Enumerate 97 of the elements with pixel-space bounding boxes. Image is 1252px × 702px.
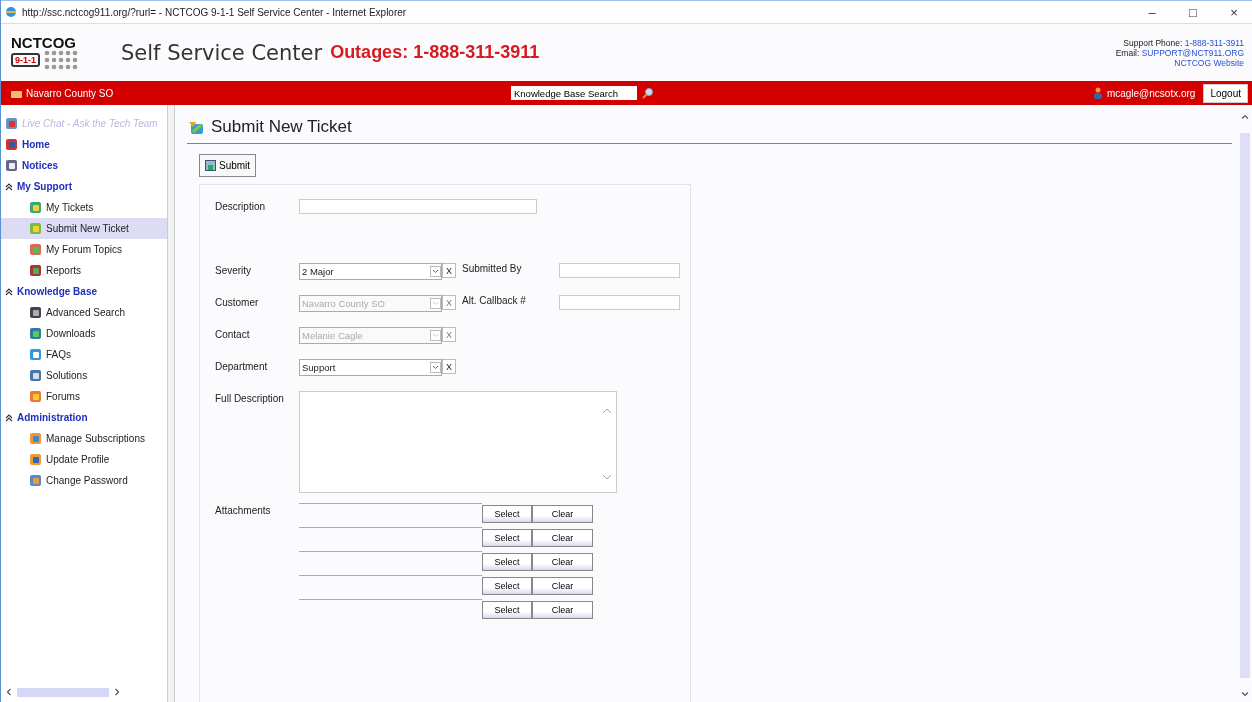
briefcase-icon [11, 88, 22, 98]
clear-button[interactable]: Clear [532, 529, 593, 547]
menu-item-icon [29, 474, 42, 487]
scroll-up-icon[interactable] [1241, 113, 1249, 121]
select-button[interactable]: Select [482, 505, 532, 523]
browser-icon [5, 6, 17, 18]
user-icon [1092, 87, 1103, 99]
sidebar-section[interactable]: Administration [17, 412, 88, 423]
selected-sidebar-item[interactable]: Submit New Ticket [1, 218, 167, 239]
sidebar-link[interactable]: FAQs [46, 349, 71, 360]
field-label: Submitted By [461, 263, 523, 276]
select-button[interactable]: Select [482, 553, 532, 571]
text-field[interactable] [559, 295, 680, 310]
window-control[interactable]: × [1216, 4, 1252, 20]
dropdown-field[interactable]: 2 Major [299, 263, 442, 280]
text-area[interactable] [299, 391, 617, 493]
menu-item-icon [5, 117, 18, 130]
scroll-right-icon[interactable] [113, 688, 121, 696]
clear-button[interactable]: Clear [532, 577, 593, 595]
scroll-up-icon[interactable] [602, 408, 612, 414]
sidebar-link[interactable]: Home [22, 139, 50, 150]
menu-item-icon [29, 243, 42, 256]
menu-item-icon [29, 369, 42, 382]
scrollbar-track[interactable] [1240, 133, 1250, 678]
support-label: Support Phone: [1123, 37, 1183, 48]
menu-item-icon [29, 348, 42, 361]
sidebar-section[interactable]: My Support [17, 181, 72, 192]
pane-splitter[interactable] [168, 105, 175, 702]
scroll-down-icon[interactable] [602, 474, 612, 480]
field-label: Severity [215, 264, 253, 278]
field-label: Customer [215, 296, 260, 310]
sidebar-section[interactable]: Knowledge Base [17, 286, 98, 297]
collapse-icon[interactable] [5, 413, 13, 422]
submit-button[interactable]: Submit [199, 154, 257, 177]
user-email: mcagle@ncsotx.org [1106, 87, 1196, 99]
clear-button[interactable]: Clear [532, 553, 593, 571]
scroll-down-icon[interactable] [1241, 690, 1249, 698]
sidebar-link[interactable]: Update Profile [46, 454, 110, 465]
menu-item-icon [29, 432, 42, 445]
field-label: Description [215, 200, 267, 214]
sidebar-link[interactable]: Notices [22, 160, 59, 171]
select-button[interactable]: Select [482, 529, 532, 547]
dot-grid-drawing [44, 50, 80, 70]
field-label: Alt. Callback # [461, 295, 527, 308]
dropdown-field[interactable]: Support [299, 359, 442, 376]
clear-button[interactable]: X [442, 263, 456, 278]
email-link[interactable]: SUPPORT@NCT911.ORG [1141, 47, 1244, 58]
clear-button[interactable]: Clear [532, 505, 593, 523]
sidebar-link[interactable]: My Tickets [46, 202, 94, 213]
menu-item-icon [5, 159, 18, 172]
menu-item-icon [29, 390, 42, 403]
field-label: Full Description [215, 392, 285, 406]
menu-item-icon [29, 327, 42, 340]
sidebar-link[interactable]: Advanced Search [46, 307, 125, 318]
logo-text: NCTCOG [11, 35, 77, 50]
scrollbar-thumb[interactable] [17, 687, 109, 697]
site-title: Self Service Center [121, 40, 323, 65]
select-button[interactable]: Select [482, 577, 532, 595]
menu-item-icon [29, 264, 42, 277]
save-icon [205, 160, 216, 171]
sidebar-link[interactable]: Reports [46, 265, 81, 276]
text-field[interactable] [299, 199, 537, 214]
email-label: Email: [1115, 47, 1140, 58]
page-title: Submit New Ticket [211, 117, 352, 137]
field-label: Department [215, 360, 269, 374]
menu-item-icon [29, 453, 42, 466]
collapse-icon[interactable] [5, 182, 13, 191]
field-label: Attachments [215, 504, 272, 518]
sidebar-link[interactable]: Change Password [46, 475, 128, 486]
field-label: Contact [215, 328, 251, 342]
text-field[interactable] [559, 263, 680, 278]
phone-link[interactable]: 1-888-311-3911 [1184, 37, 1244, 48]
account-name: Navarro County SO [26, 87, 114, 99]
menu-item-icon [29, 306, 42, 319]
sidebar-link[interactable]: My Forum Topics [46, 244, 122, 255]
menu-item-icon [29, 201, 42, 214]
sidebar-link[interactable]: Solutions [46, 370, 88, 381]
logout-button[interactable]: Logout [1203, 83, 1248, 103]
collapse-icon[interactable] [5, 287, 13, 296]
sidebar-link[interactable]: Downloads [46, 328, 96, 339]
window-control[interactable]: □ [1175, 4, 1211, 20]
search-icon[interactable] [642, 87, 654, 99]
logo-badge: 9-1-1 [11, 53, 40, 67]
outage-phone: Outages: 1-888-311-3911 [330, 42, 541, 63]
sidebar-link[interactable]: Manage Subscriptions [46, 433, 145, 444]
scroll-left-icon[interactable] [5, 688, 13, 696]
menu-item-icon [29, 222, 42, 235]
clear-button[interactable]: Clear [532, 601, 593, 619]
window-title: http://ssc.nctcog911.org/?rurl= - NCTCOG 9-1-1 Self Service Center - Internet Explorer [22, 6, 408, 18]
search-field[interactable]: Knowledge Base Search [511, 86, 637, 100]
select-button[interactable]: Select [482, 601, 532, 619]
sidebar-link[interactable]: Forums [46, 391, 80, 402]
menu-item-icon [5, 138, 18, 151]
window-control[interactable]: – [1134, 4, 1170, 20]
clear-button[interactable]: X [442, 359, 456, 374]
sidebar-link[interactable]: Submit New Ticket [46, 223, 129, 234]
website-link[interactable]: NCTCOG Website [1174, 57, 1244, 68]
